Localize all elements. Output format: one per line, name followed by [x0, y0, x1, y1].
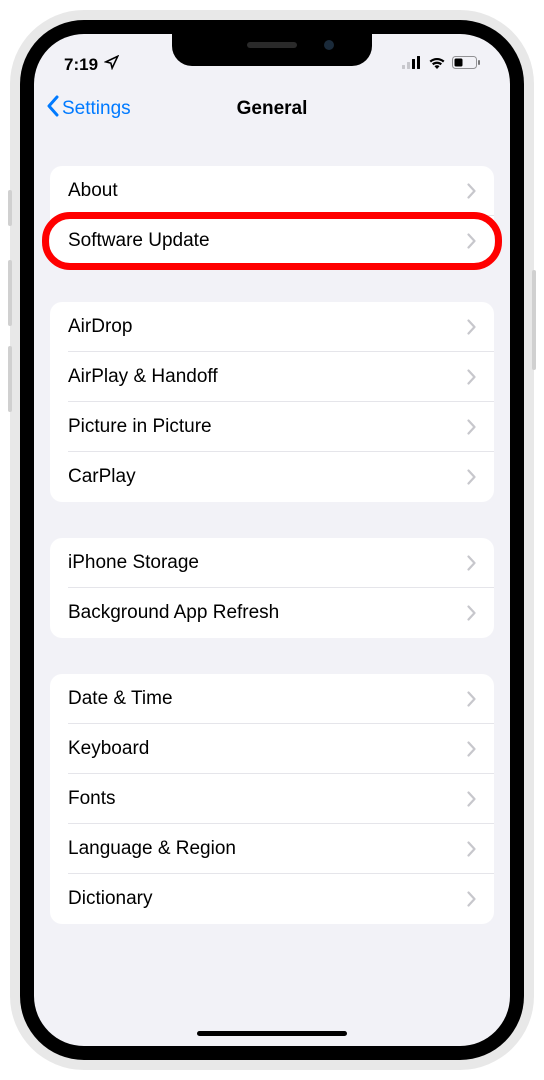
row-label: Date & Time: [68, 688, 173, 710]
row-dictionary[interactable]: Dictionary: [50, 874, 494, 924]
row-label: AirDrop: [68, 316, 132, 338]
chevron-right-icon: [467, 233, 476, 249]
chevron-right-icon: [467, 319, 476, 335]
row-label: iPhone Storage: [68, 552, 199, 574]
chevron-right-icon: [467, 469, 476, 485]
row-label: Keyboard: [68, 738, 149, 760]
mute-switch: [8, 190, 12, 226]
settings-group-2: iPhone Storage Background App Refresh: [50, 538, 494, 638]
row-date-time[interactable]: Date & Time: [50, 674, 494, 724]
chevron-right-icon: [467, 369, 476, 385]
power-button: [532, 270, 536, 370]
row-label: Dictionary: [68, 888, 152, 910]
chevron-right-icon: [467, 791, 476, 807]
wifi-icon: [428, 56, 446, 74]
row-label: About: [68, 180, 118, 202]
volume-down: [8, 346, 12, 412]
row-label: AirPlay & Handoff: [68, 366, 218, 388]
row-label: Software Update: [68, 230, 210, 252]
row-fonts[interactable]: Fonts: [50, 774, 494, 824]
chevron-right-icon: [467, 691, 476, 707]
nav-header: Settings General: [34, 84, 510, 134]
row-background-app-refresh[interactable]: Background App Refresh: [50, 588, 494, 638]
phone-frame: 7:19: [10, 10, 534, 1070]
row-airplay-handoff[interactable]: AirPlay & Handoff: [50, 352, 494, 402]
chevron-right-icon: [467, 741, 476, 757]
home-indicator[interactable]: [197, 1031, 347, 1036]
row-label: Fonts: [68, 788, 116, 810]
row-carplay[interactable]: CarPlay: [50, 452, 494, 502]
chevron-left-icon: [46, 95, 60, 123]
row-software-update[interactable]: Software Update: [50, 216, 494, 266]
location-icon: [104, 55, 119, 75]
chevron-right-icon: [467, 841, 476, 857]
settings-group-3: Date & Time Keyboard Fonts Language & Re…: [50, 674, 494, 924]
row-label: Background App Refresh: [68, 602, 279, 624]
battery-icon: [452, 56, 480, 74]
chevron-right-icon: [467, 183, 476, 199]
row-label: Picture in Picture: [68, 416, 212, 438]
phone-screen: 7:19: [34, 34, 510, 1046]
row-airdrop[interactable]: AirDrop: [50, 302, 494, 352]
row-keyboard[interactable]: Keyboard: [50, 724, 494, 774]
cellular-signal-icon: [402, 56, 422, 74]
notch: [172, 34, 372, 66]
volume-up: [8, 260, 12, 326]
row-picture-in-picture[interactable]: Picture in Picture: [50, 402, 494, 452]
row-iphone-storage[interactable]: iPhone Storage: [50, 538, 494, 588]
page-title: General: [237, 98, 308, 120]
status-time: 7:19: [64, 55, 98, 75]
row-about[interactable]: About: [50, 166, 494, 216]
settings-group-1: AirDrop AirPlay & Handoff Picture in Pic…: [50, 302, 494, 502]
chevron-right-icon: [467, 419, 476, 435]
chevron-right-icon: [467, 605, 476, 621]
back-button[interactable]: Settings: [46, 95, 131, 123]
row-label: Language & Region: [68, 838, 236, 860]
settings-group-0: About Software Update: [50, 166, 494, 266]
row-language-region[interactable]: Language & Region: [50, 824, 494, 874]
chevron-right-icon: [467, 891, 476, 907]
row-label: CarPlay: [68, 466, 136, 488]
back-label: Settings: [62, 98, 131, 120]
content[interactable]: About Software Update: [34, 134, 510, 1046]
chevron-right-icon: [467, 555, 476, 571]
